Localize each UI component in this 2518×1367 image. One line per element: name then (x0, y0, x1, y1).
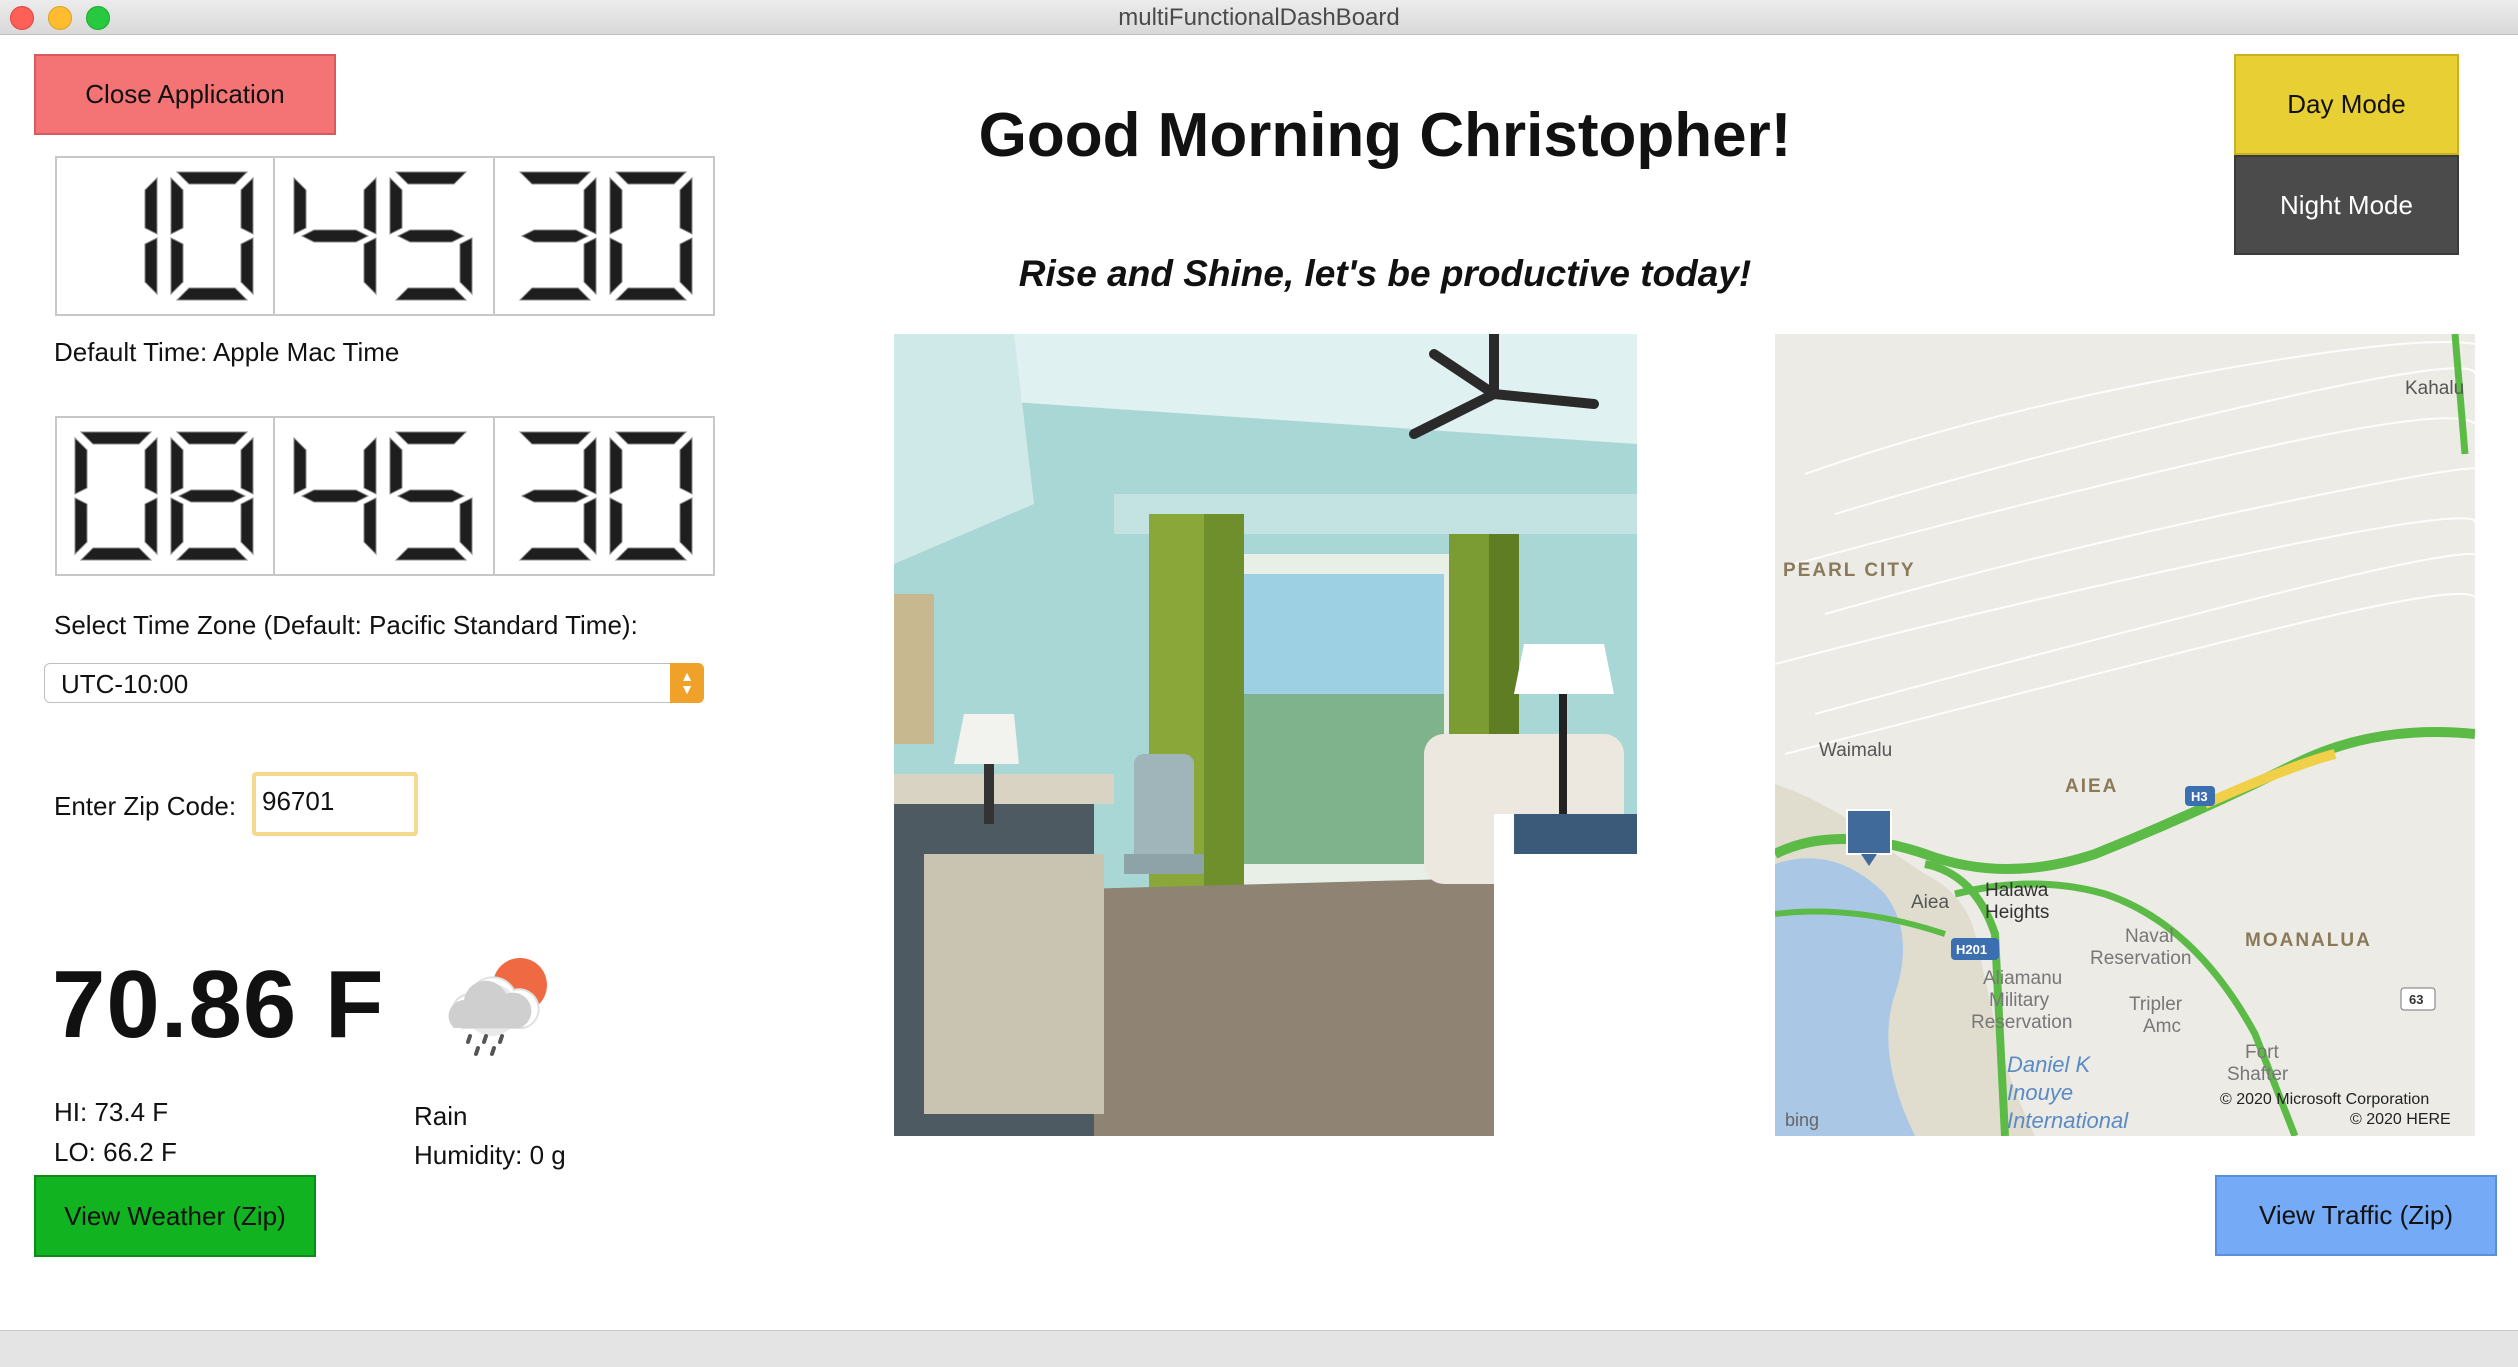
svg-text:Heights: Heights (1985, 902, 2049, 923)
svg-text:PEARL CITY: PEARL CITY (1783, 560, 1916, 581)
svg-text:Inouye: Inouye (2007, 1080, 2073, 1105)
close-application-button[interactable]: Close Application (34, 54, 336, 135)
temperature-low: LO: 66.2 F (54, 1137, 177, 1167)
svg-text:Tripler: Tripler (2129, 994, 2183, 1015)
view-weather-button[interactable]: View Weather (Zip) (34, 1175, 316, 1257)
svg-text:Daniel K: Daniel K (2007, 1052, 2091, 1077)
svg-text:H201: H201 (1956, 942, 1987, 957)
temperature-high: HI: 73.4 F (54, 1097, 169, 1127)
svg-text:Aliamanu: Aliamanu (1983, 968, 2062, 989)
lcd-digit (518, 171, 597, 301)
weather-condition: Rain (414, 1101, 468, 1131)
svg-text:Waimalu: Waimalu (1819, 740, 1892, 761)
lcd-digit (293, 176, 377, 296)
clock-minutes (275, 416, 495, 576)
svg-text:Reservation: Reservation (1971, 1012, 2072, 1033)
temperature-value: 70.86 F (52, 951, 385, 1058)
timezone-select[interactable]: UTC-10:00 ▲ ▼ (44, 663, 704, 703)
lcd-digit (389, 171, 473, 301)
svg-text:Halawa: Halawa (1985, 880, 2049, 901)
svg-text:63: 63 (2409, 992, 2423, 1007)
day-mode-button[interactable]: Day Mode (2234, 54, 2459, 155)
lcd-digit (389, 431, 473, 561)
night-mode-button[interactable]: Night Mode (2234, 155, 2459, 255)
window-bottom-bar (0, 1330, 2518, 1367)
lcd-digit (170, 431, 254, 561)
clock-hours (55, 416, 275, 576)
timezone-clock (55, 416, 716, 576)
room-photo (894, 334, 1637, 1136)
lcd-digit (144, 176, 158, 296)
svg-text:© 2020 HERE: © 2020 HERE (2350, 1111, 2451, 1128)
svg-text:H3: H3 (2191, 789, 2208, 804)
svg-text:bing: bing (1785, 1110, 1819, 1130)
clock-minutes (275, 156, 495, 316)
svg-text:MOANALUA: MOANALUA (2245, 930, 2372, 951)
lcd-digit (609, 431, 693, 561)
timezone-label: Select Time Zone (Default: Pacific Stand… (54, 610, 638, 640)
svg-text:Kahalu: Kahalu (2405, 378, 2464, 399)
default-time-label: Default Time: Apple Mac Time (54, 337, 400, 367)
zip-code-input[interactable]: 96701 (252, 772, 418, 836)
svg-text:© 2020 Microsoft Corporation: © 2020 Microsoft Corporation (2220, 1091, 2429, 1108)
svg-text:International: International (2007, 1108, 2129, 1133)
timezone-selected-value: UTC-10:00 (61, 669, 189, 699)
clock-hours (55, 156, 275, 316)
svg-text:Aiea: Aiea (1911, 892, 1949, 913)
svg-text:Military: Military (1989, 990, 2050, 1011)
svg-text:Amc: Amc (2143, 1016, 2181, 1037)
window-titlebar: multiFunctionalDashBoard (0, 0, 2518, 35)
greeting-subtitle: Rise and Shine, let's be productive toda… (1018, 253, 1752, 294)
svg-text:Shafter: Shafter (2227, 1064, 2289, 1085)
svg-text:Fort: Fort (2245, 1042, 2280, 1063)
traffic-map: Kahalu PEARL CITY Waimalu AIEA Aiea Hala… (1775, 334, 2475, 1136)
humidity-value: Humidity: 0 g (414, 1140, 566, 1170)
svg-text:Naval: Naval (2125, 926, 2174, 947)
window-title: multiFunctionalDashBoard (1118, 4, 1400, 31)
clock-seconds (495, 416, 715, 576)
select-arrows-icon[interactable]: ▲ ▼ (670, 663, 704, 703)
lcd-digit (170, 171, 254, 301)
view-traffic-button[interactable]: View Traffic (Zip) (2215, 1175, 2497, 1256)
lcd-digit (74, 431, 158, 561)
svg-text:Reservation: Reservation (2090, 948, 2191, 969)
cloud-rain-sun-icon (440, 950, 560, 1060)
greeting-title: Good Morning Christopher! (978, 101, 1792, 170)
svg-text:AIEA: AIEA (2065, 776, 2118, 797)
lcd-digit (518, 431, 597, 561)
lcd-digit (293, 436, 377, 556)
zip-label: Enter Zip Code: (54, 791, 237, 821)
